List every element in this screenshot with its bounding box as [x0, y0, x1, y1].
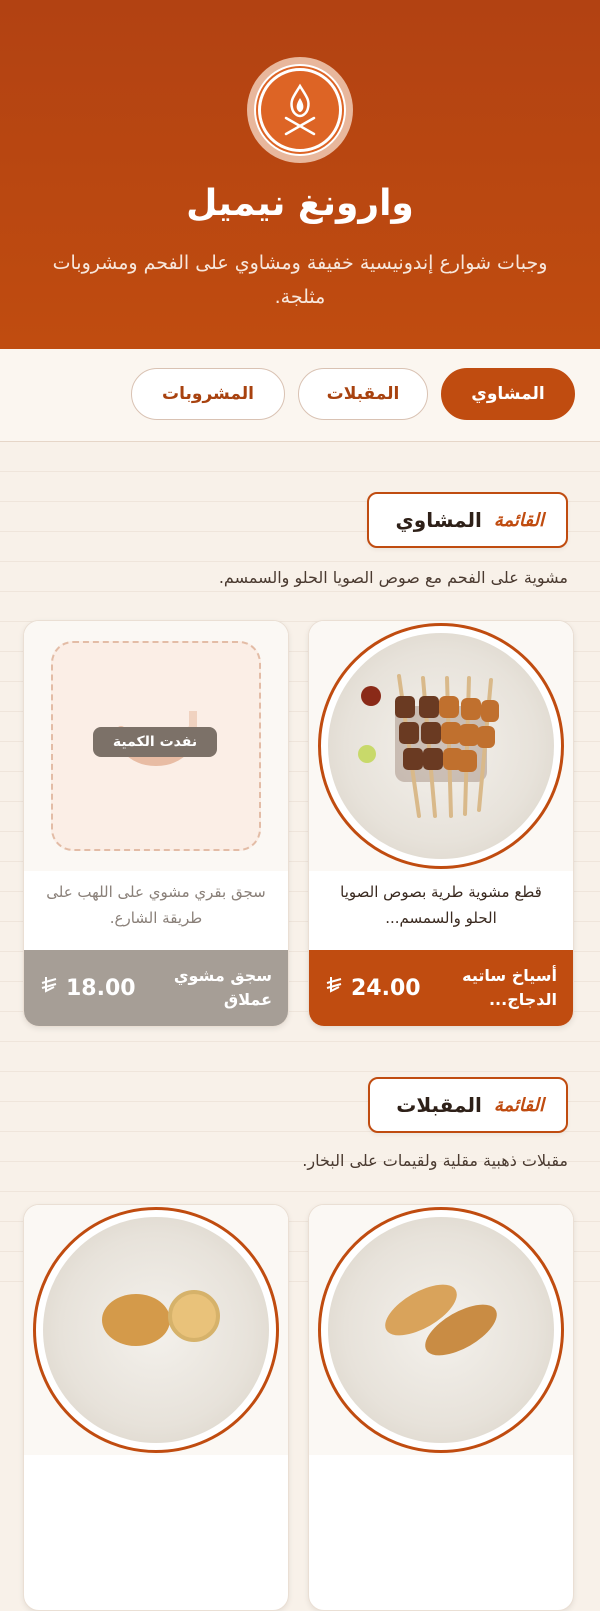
riyal-icon	[40, 975, 60, 1001]
tab-appetizers[interactable]: المقبلات	[298, 368, 428, 420]
restaurant-header: وارونغ نيميل وجبات شوارع إندونيسية خفيفة…	[0, 0, 600, 349]
spring-rolls-image	[385, 1284, 497, 1356]
menu-item-card[interactable]: نفدت الكمية سجق بقري مشوي على اللهب على …	[23, 620, 289, 1027]
section-description: مشوية على الفحم مع صوص الصويا الحلو والس…	[218, 568, 568, 587]
flame-skewers-icon	[284, 83, 316, 136]
menu-item-card[interactable]	[308, 1204, 574, 1611]
skewers-image	[358, 674, 499, 818]
section-kicker: القائمة	[493, 509, 544, 531]
sold-out-badge: نفدت الكمية	[93, 727, 217, 757]
riyal-icon	[325, 975, 345, 1001]
item-price: 24.00	[325, 975, 421, 1001]
item-name: سجق مشوي عملاق	[173, 966, 272, 1009]
section-header-appetizers: القائمة المقبلات	[368, 1077, 568, 1133]
dish-image	[33, 1207, 279, 1453]
item-description: قطع مشوية طرية بصوص الصويا الحلو والسمسم…	[340, 883, 542, 927]
section-title: المقبلات	[396, 1093, 482, 1117]
item-description: سجق بقري مشوي على اللهب على طريقة الشارع…	[46, 883, 266, 927]
restaurant-title: وارونغ نيميل	[186, 183, 414, 224]
restaurant-logo	[247, 57, 353, 163]
restaurant-subtitle: وجبات شوارع إندونيسية خفيفة ومشاوي على ا…	[52, 252, 548, 308]
item-footer: أسياخ ساتيه الدجاج... 24.00	[309, 950, 573, 1026]
menu-item-card[interactable]: قطع مشوية طرية بصوص الصويا الحلو والسمسم…	[308, 620, 574, 1027]
section-description: مقبلات ذهبية مقلية ولقيمات على البخار.	[302, 1151, 568, 1170]
item-footer: سجق مشوي عملاق 18.00	[24, 950, 288, 1026]
fried-snack-image	[102, 1290, 220, 1346]
item-name: أسياخ ساتيه الدجاج...	[462, 966, 557, 1009]
tab-drinks[interactable]: المشروبات	[131, 368, 285, 420]
category-tabs: المشاوي المقبلات المشروبات	[0, 349, 600, 442]
section-header-grills: القائمة المشاوي	[367, 492, 568, 548]
item-price: 18.00	[40, 975, 136, 1001]
dish-image	[318, 623, 564, 869]
menu-item-card[interactable]	[23, 1204, 289, 1611]
section-kicker: القائمة	[493, 1094, 544, 1116]
menu-content: القائمة المشاوي مشوية على الفحم مع صوص ا…	[0, 442, 600, 1611]
dish-image	[318, 1207, 564, 1453]
section-title: المشاوي	[395, 508, 482, 532]
tab-grills[interactable]: المشاوي	[441, 368, 575, 420]
image-placeholder: نفدت الكمية	[51, 641, 261, 851]
